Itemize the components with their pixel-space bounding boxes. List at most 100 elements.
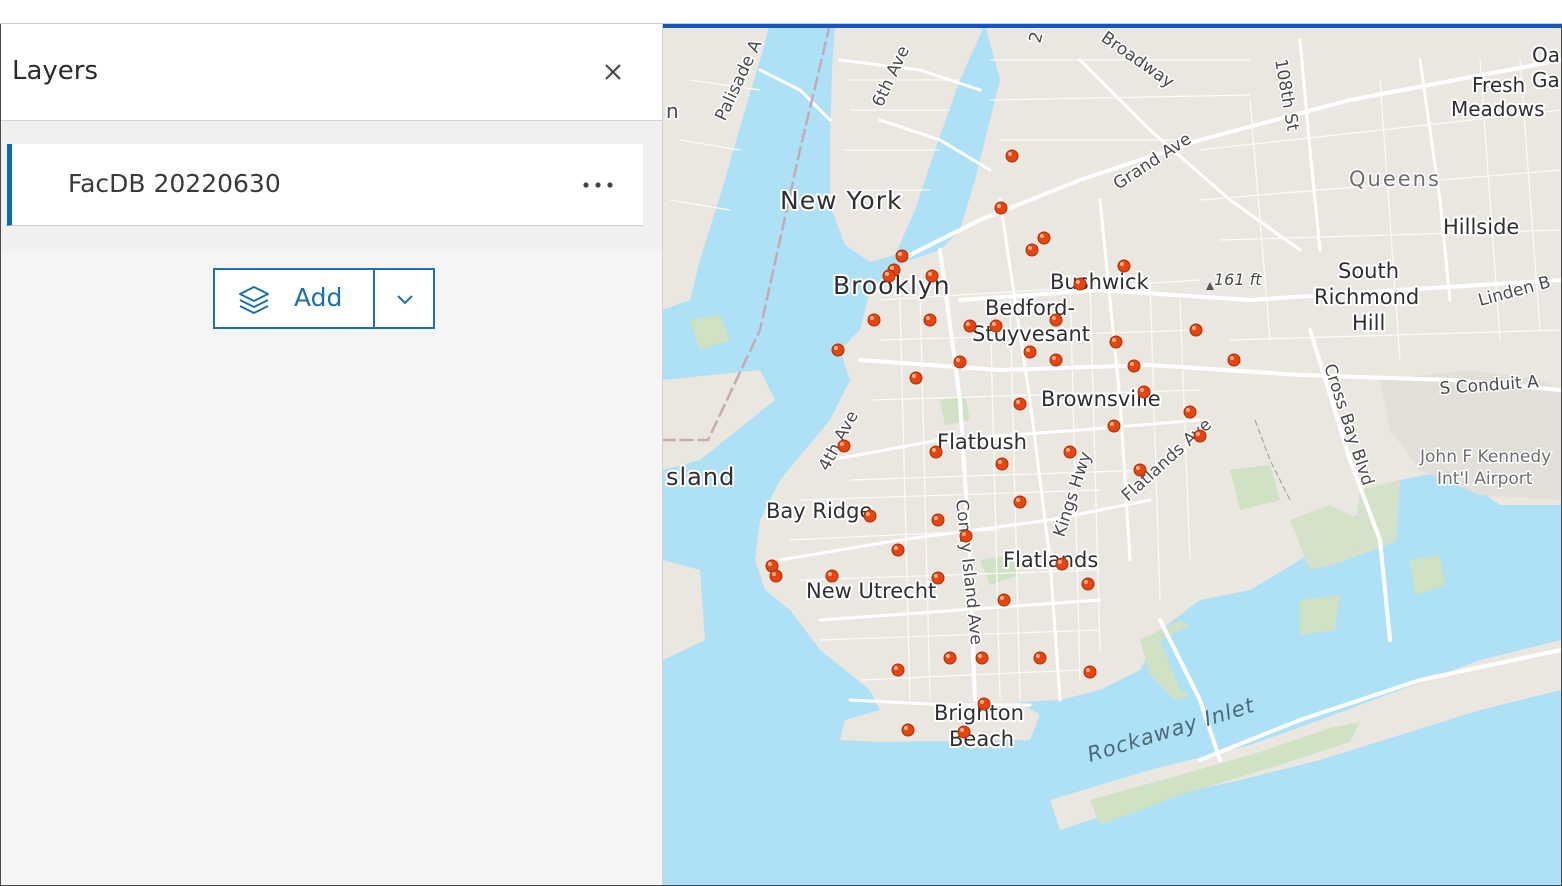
layer-options-button[interactable] — [578, 168, 618, 202]
facility-marker-highlight — [997, 204, 1001, 208]
label-hillside: Hillside — [1443, 215, 1519, 239]
add-button-label: Add — [294, 283, 343, 312]
facility-marker[interactable] — [1127, 359, 1141, 373]
facility-marker[interactable] — [1013, 397, 1027, 411]
facility-marker[interactable] — [957, 725, 971, 739]
facility-marker-highlight — [904, 726, 908, 730]
facility-marker[interactable] — [989, 319, 1003, 333]
facility-marker[interactable] — [1193, 429, 1207, 443]
facility-marker[interactable] — [975, 651, 989, 665]
facility-marker[interactable] — [1109, 335, 1123, 349]
facility-marker[interactable] — [1117, 259, 1131, 273]
facility-marker[interactable] — [943, 651, 957, 665]
facility-marker[interactable] — [891, 543, 905, 557]
facility-marker-highlight — [898, 252, 902, 256]
facility-marker[interactable] — [1013, 495, 1027, 509]
add-dropdown-button[interactable] — [375, 270, 435, 327]
facility-marker-highlight — [1000, 596, 1004, 600]
facility-marker[interactable] — [1081, 577, 1095, 591]
label-n-edge: n — [666, 99, 679, 123]
facility-marker[interactable] — [867, 313, 881, 327]
facility-marker[interactable] — [863, 509, 877, 523]
facility-marker[interactable] — [1073, 277, 1087, 291]
facility-marker-highlight — [890, 266, 894, 270]
facility-marker[interactable] — [959, 529, 973, 543]
facility-marker[interactable] — [769, 569, 783, 583]
add-layer-button[interactable]: Add — [215, 270, 375, 327]
facility-marker[interactable] — [925, 269, 939, 283]
label-south: South — [1338, 259, 1399, 283]
facility-marker[interactable] — [837, 439, 851, 453]
facility-marker[interactable] — [929, 445, 943, 459]
facility-marker[interactable] — [977, 697, 991, 711]
facility-marker[interactable] — [1033, 651, 1047, 665]
facility-marker[interactable] — [1005, 149, 1019, 163]
close-icon — [605, 64, 621, 80]
facility-marker-highlight — [1130, 362, 1134, 366]
facility-marker[interactable] — [997, 593, 1011, 607]
map-focus-border — [663, 24, 1561, 28]
facility-marker[interactable] — [901, 723, 915, 737]
layers-panel: Layers FacDB 20220630 Add — [1, 24, 663, 885]
panel-title: Layers — [12, 56, 99, 86]
label-ga: Ga — [1532, 68, 1560, 92]
facility-marker[interactable] — [895, 249, 909, 263]
close-button[interactable] — [599, 58, 627, 86]
facility-marker-highlight — [866, 512, 870, 516]
facility-marker[interactable] — [963, 319, 977, 333]
label-flatlands: Flatlands — [1003, 548, 1098, 572]
facility-marker-highlight — [960, 728, 964, 732]
facility-marker[interactable] — [931, 513, 945, 527]
facility-marker[interactable] — [923, 313, 937, 327]
facility-marker[interactable] — [1227, 353, 1241, 367]
facility-marker[interactable] — [1049, 313, 1063, 327]
facility-marker[interactable] — [953, 355, 967, 369]
add-button-group: Add — [213, 268, 435, 329]
facility-marker[interactable] — [1025, 243, 1039, 257]
facility-marker[interactable] — [1023, 345, 1037, 359]
label-bay-ridge: Bay Ridge — [766, 499, 872, 523]
facility-marker-highlight — [1016, 400, 1020, 404]
facility-marker[interactable] — [1189, 323, 1203, 337]
facility-marker[interactable] — [909, 371, 923, 385]
layer-list: FacDB 20220630 — [1, 121, 662, 251]
facility-marker[interactable] — [1083, 665, 1097, 679]
facility-marker-highlight — [1016, 498, 1020, 502]
facility-marker-highlight — [1058, 560, 1062, 564]
facility-marker[interactable] — [931, 571, 945, 585]
facility-marker[interactable] — [1183, 405, 1197, 419]
facility-marker-highlight — [966, 322, 970, 326]
label-island: sland — [666, 463, 735, 491]
facility-marker-highlight — [962, 532, 966, 536]
facility-marker-highlight — [1026, 348, 1030, 352]
facility-marker[interactable] — [882, 269, 896, 283]
facility-marker[interactable] — [831, 343, 845, 357]
facility-marker-highlight — [1040, 234, 1044, 238]
facility-marker-highlight — [912, 374, 916, 378]
facility-marker-highlight — [1036, 654, 1040, 658]
chevron-down-icon — [397, 295, 413, 305]
map-view[interactable]: New York Brooklyn Bushwick Bedford- Stuy… — [663, 24, 1561, 885]
label-fresh: Fresh — [1472, 73, 1525, 97]
facility-marker[interactable] — [995, 457, 1009, 471]
top-bar — [0, 0, 1562, 24]
facility-marker[interactable] — [1063, 445, 1077, 459]
facility-marker[interactable] — [891, 663, 905, 677]
facility-marker-highlight — [1140, 388, 1144, 392]
facility-marker[interactable] — [1049, 353, 1063, 367]
layer-item[interactable]: FacDB 20220630 — [7, 144, 643, 226]
facility-marker[interactable] — [1107, 419, 1121, 433]
facility-marker-highlight — [934, 516, 938, 520]
label-queens: Queens — [1349, 167, 1441, 191]
facility-marker-highlight — [828, 572, 832, 576]
facility-marker[interactable] — [825, 569, 839, 583]
facility-marker[interactable] — [1137, 385, 1151, 399]
facility-marker-highlight — [1008, 152, 1012, 156]
facility-marker-highlight — [998, 460, 1002, 464]
label-new-utrecht: New Utrecht — [806, 579, 936, 603]
facility-marker[interactable] — [994, 201, 1008, 215]
facility-marker[interactable] — [1037, 231, 1051, 245]
label-richmond: Richmond — [1314, 285, 1419, 309]
facility-marker[interactable] — [1133, 463, 1147, 477]
facility-marker[interactable] — [1055, 557, 1069, 571]
